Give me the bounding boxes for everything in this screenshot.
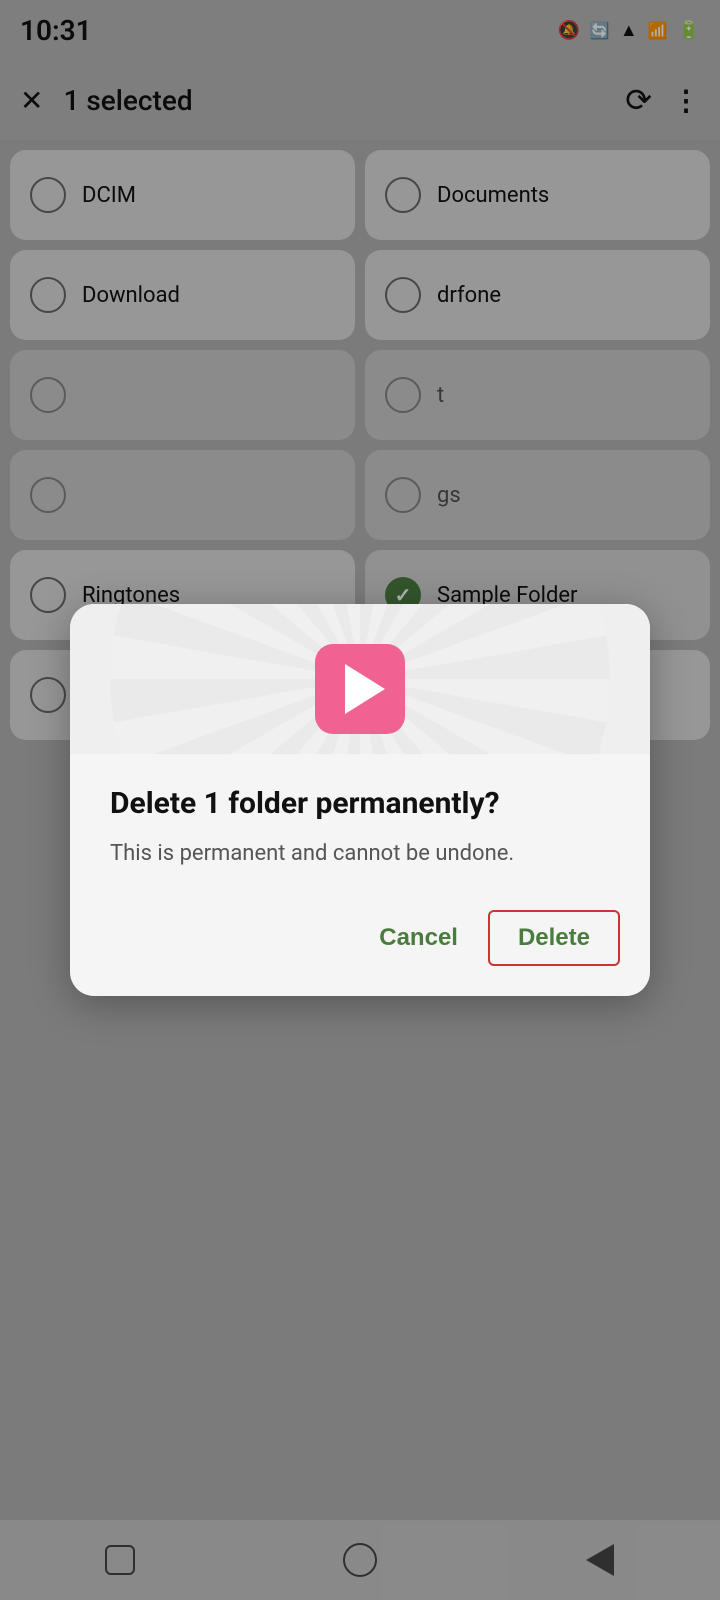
dialog-message: This is permanent and cannot be undone. — [110, 839, 610, 870]
dialog-body: Delete 1 folder permanently? This is per… — [70, 754, 650, 910]
dialog-actions: Cancel Delete — [70, 910, 650, 996]
delete-button[interactable]: Delete — [488, 910, 620, 966]
cancel-button[interactable]: Cancel — [359, 912, 478, 964]
dialog-header — [70, 604, 650, 754]
app-logo — [315, 644, 405, 734]
dialog-title: Delete 1 folder permanently? — [110, 784, 610, 823]
delete-dialog: Delete 1 folder permanently? This is per… — [70, 604, 650, 996]
dialog-overlay: Delete 1 folder permanently? This is per… — [0, 0, 720, 1600]
